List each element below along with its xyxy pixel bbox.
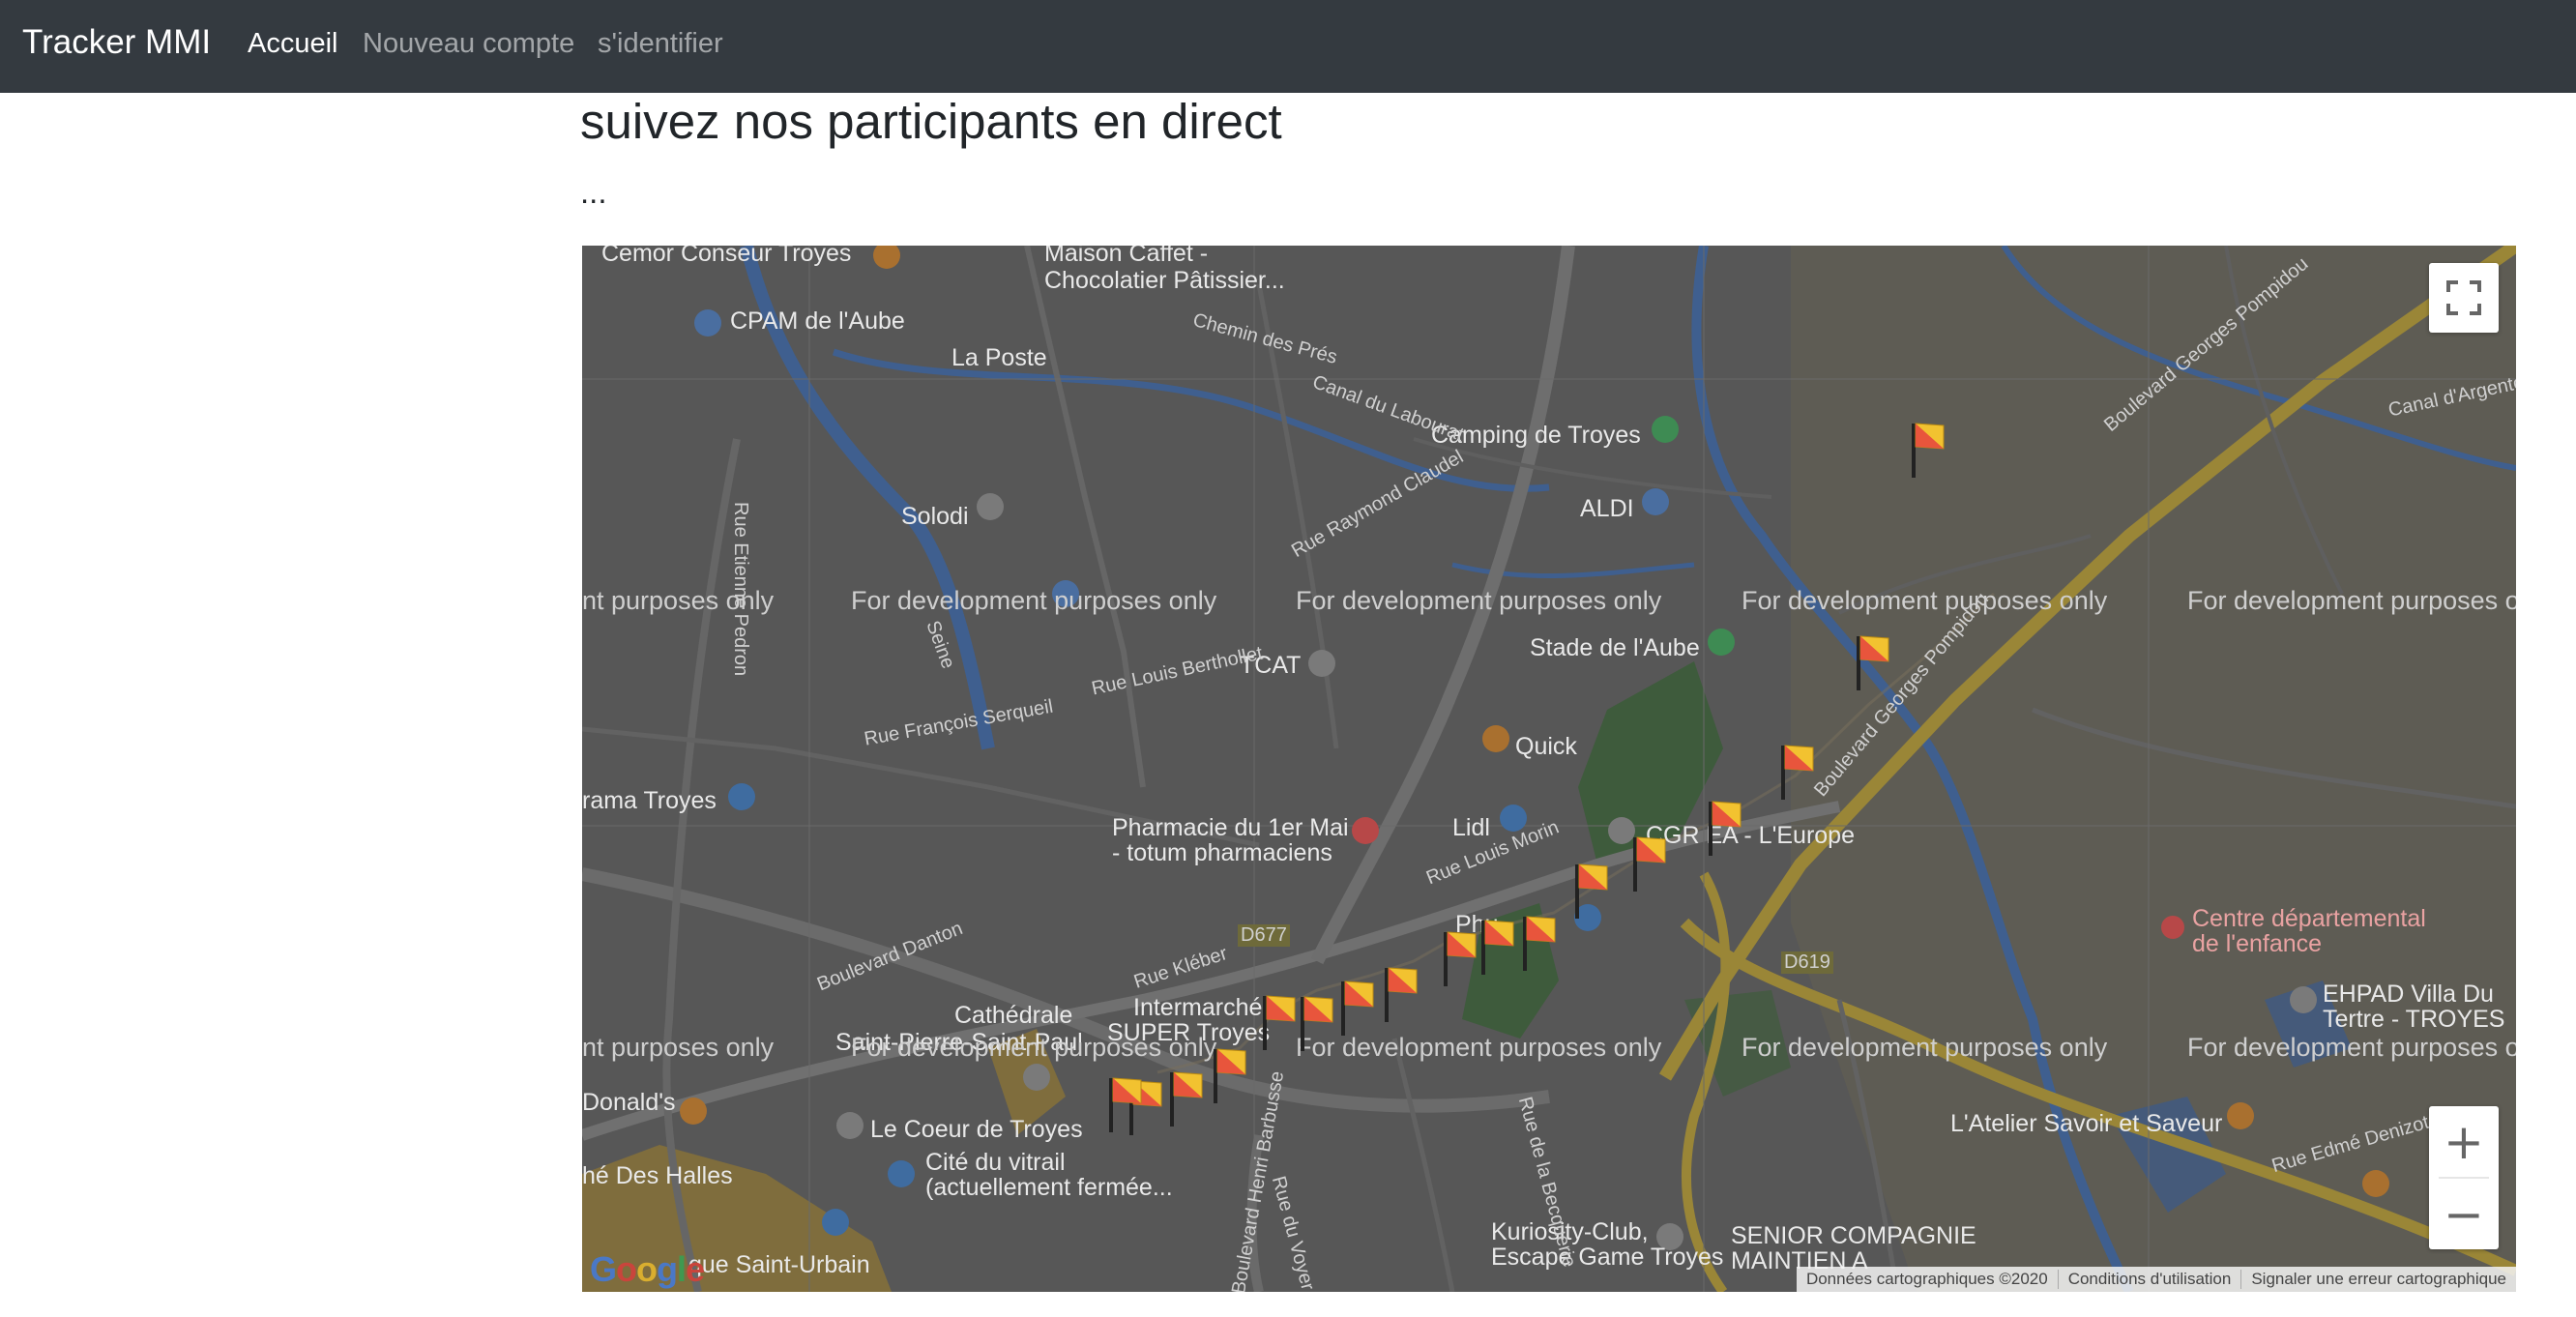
participant-flag-marker[interactable]: [1338, 978, 1377, 1038]
page-title: suivez nos participants en direct: [580, 94, 1282, 149]
flag-icon: [1444, 931, 1477, 986]
participant-flag-marker[interactable]: [1106, 1074, 1145, 1134]
nav-link-nouveau-compte[interactable]: Nouveau compte: [363, 28, 574, 60]
poi-lidl: Lidl: [1452, 814, 1490, 841]
flag-icon: [1857, 635, 1889, 690]
flag-icon: [1709, 801, 1742, 856]
poi-chocolatier: Chocolatier Pâtissier...: [1044, 267, 1285, 294]
participant-flag-marker[interactable]: [1167, 1068, 1206, 1128]
poi-senior-1: SENIOR COMPAGNIE: [1731, 1222, 1976, 1249]
participant-flag-marker[interactable]: [1260, 992, 1299, 1052]
participant-flag-marker[interactable]: [1441, 928, 1479, 988]
terms-link[interactable]: Conditions d'utilisation: [2057, 1270, 2241, 1289]
participant-flag-marker[interactable]: [1909, 420, 1947, 480]
poi-pharmacie-2: - totum pharmaciens: [1112, 839, 1332, 866]
map-data-credit: Données cartographiques ©2020: [1805, 1270, 2048, 1288]
poi-aldi: ALDI: [1580, 495, 1634, 522]
poi-coeur: Le Coeur de Troyes: [870, 1116, 1083, 1143]
poi-stade: Stade de l'Aube: [1530, 634, 1700, 661]
participant-flag-marker[interactable]: [1478, 917, 1517, 977]
zoom-in-button[interactable]: +: [2429, 1106, 2499, 1177]
google-logo[interactable]: Google: [590, 1249, 705, 1290]
poi-la-poste: La Poste: [951, 344, 1047, 371]
participant-flag-marker[interactable]: [1572, 861, 1611, 921]
flag-icon: [1385, 967, 1418, 1022]
poi-centre-dep-2: de l'enfance: [2192, 930, 2323, 957]
nav-link-identifier[interactable]: s'identifier: [598, 28, 723, 60]
poi-cathedrale: Cathédrale: [954, 1002, 1073, 1029]
navbar: Tracker MMI Accueil Nouveau compte s'ide…: [0, 0, 2576, 93]
participant-flag-marker[interactable]: [1854, 632, 1892, 692]
road-label-d677: D677: [1238, 924, 1290, 947]
page-subtitle: ...: [580, 174, 607, 210]
participant-flag-marker[interactable]: [1520, 913, 1559, 973]
map-watermark: For development purposes only: [1296, 586, 1662, 615]
map-watermark: For development purposes o: [2187, 586, 2516, 615]
flag-icon: [1633, 836, 1666, 892]
poi-ehpad-2: Tertre - TROYES: [2323, 1006, 2505, 1033]
poi-cite-1: Cité du vitrail: [925, 1149, 1066, 1176]
poi-pharmacie-1: Pharmacie du 1er Mai: [1112, 814, 1349, 841]
map-watermark: For development purposes only: [1742, 586, 2108, 615]
report-error-link[interactable]: Signaler une erreur cartographique: [2240, 1270, 2516, 1289]
poi-cemor: Cemor Conseur Troyes: [601, 246, 852, 267]
poi-atelier: L'Atelier Savoir et Saveur: [1950, 1110, 2223, 1137]
participant-flag-marker[interactable]: [1706, 798, 1744, 858]
map-watermark: For development purposes only: [1742, 1033, 2108, 1062]
participant-flag-marker[interactable]: [1298, 993, 1336, 1053]
poi-centre-dep-1: Centre départemental: [2192, 905, 2426, 932]
poi-ehpad-1: EHPAD Villa Du: [2323, 980, 2494, 1008]
zoom-control: + −: [2429, 1106, 2499, 1249]
flag-icon: [1263, 995, 1296, 1050]
participant-flag-marker[interactable]: [1630, 834, 1669, 893]
poi-maison-caffet: Maison Caffet -: [1044, 246, 1209, 267]
flag-icon: [1214, 1048, 1246, 1103]
poi-donalds: Donald's: [582, 1089, 676, 1116]
poi-cpam: CPAM de l'Aube: [730, 307, 905, 335]
brand-link[interactable]: Tracker MMI: [22, 23, 211, 62]
poi-solodi: Solodi: [901, 503, 969, 530]
participant-flag-marker[interactable]: [1382, 964, 1420, 1024]
road-label-d619: D619: [1781, 951, 1833, 974]
fullscreen-icon: [2446, 280, 2481, 315]
poi-halles: hé Des Halles: [582, 1162, 733, 1189]
poi-saint-urbain: que Saint-Urbain: [688, 1251, 870, 1278]
poi-kuriosity-2: Escape Game Troyes: [1491, 1244, 1724, 1271]
fullscreen-button[interactable]: [2429, 263, 2499, 333]
participant-flag-marker[interactable]: [1778, 742, 1817, 802]
poi-rama: rama Troyes: [582, 787, 717, 814]
map-watermark: nt purposes only: [582, 586, 775, 615]
flag-icon: [1301, 996, 1333, 1051]
map-watermark: For development purposes o: [2187, 1033, 2516, 1062]
participant-flag-marker[interactable]: [1211, 1045, 1249, 1105]
nav-link-accueil[interactable]: Accueil: [248, 28, 338, 60]
poi-intermarche: Intermarché: [1133, 994, 1263, 1021]
poi-cinema: CGR EA - L'Europe: [1646, 822, 1855, 849]
flag-icon: [1109, 1077, 1142, 1132]
flag-icon: [1341, 980, 1374, 1036]
poi-cite-2: (actuellement fermée...: [925, 1174, 1173, 1201]
flag-icon: [1781, 745, 1814, 800]
flag-icon: [1170, 1071, 1203, 1127]
map-attribution: Données cartographiques ©2020 Conditions…: [1796, 1267, 2516, 1292]
flag-icon: [1481, 920, 1514, 975]
map-watermark: For development purposes only: [851, 1033, 1217, 1062]
flag-icon: [1575, 863, 1608, 919]
zoom-out-button[interactable]: −: [2429, 1179, 2499, 1249]
poi-quick: Quick: [1515, 733, 1577, 760]
map-watermark: For development purposes only: [851, 586, 1217, 615]
map-watermark: nt purposes only: [582, 1033, 775, 1062]
flag-icon: [1523, 916, 1556, 971]
flag-icon: [1912, 423, 1945, 478]
map-container[interactable]: Cemor Conseur Troyes CPAM de l'Aube Mais…: [582, 246, 2516, 1292]
